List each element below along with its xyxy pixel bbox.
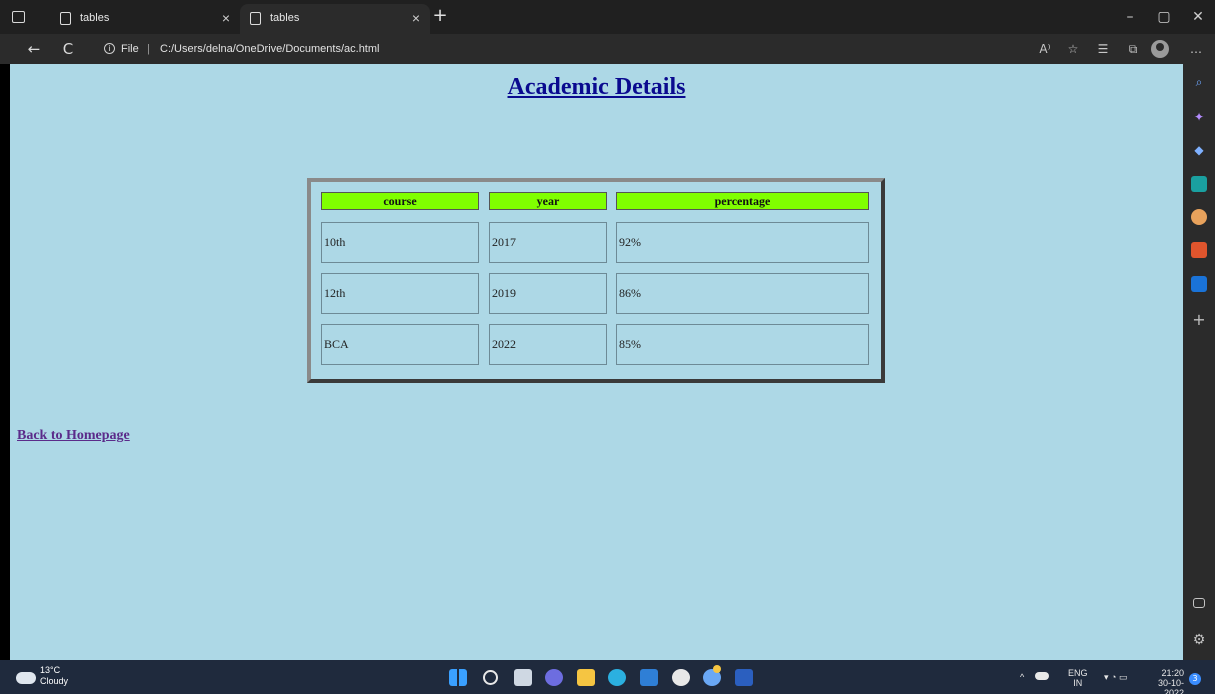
store-icon[interactable]	[640, 669, 658, 686]
table-cell-course: 12th	[321, 273, 479, 314]
table-cell-year: 2019	[489, 273, 607, 314]
table-cell-year: 2017	[489, 222, 607, 263]
chat-icon[interactable]	[545, 669, 563, 686]
table-cell-percentage: 86%	[616, 273, 869, 314]
close-window-button[interactable]: ✕	[1181, 0, 1215, 34]
language-code: ENG	[1068, 668, 1088, 678]
task-view-icon[interactable]	[514, 669, 532, 686]
tab-tables-1[interactable]: tables ×	[50, 4, 240, 34]
minimize-button[interactable]: –	[1113, 0, 1147, 34]
start-icon[interactable]	[449, 669, 467, 686]
taskbar: 13°C Cloudy ^ ENG IN ▾ ◔ ▭ 21:20 30-10-2…	[0, 660, 1215, 694]
academic-table: course year percentage 10th 2017 92% 12t…	[307, 178, 885, 383]
clock[interactable]: 21:20 30-10-2022	[1148, 668, 1184, 694]
clock-time: 21:20	[1161, 668, 1184, 678]
new-tab-button[interactable]: +	[430, 6, 450, 26]
table-cell-course: 10th	[321, 222, 479, 263]
page-viewport: Academic Details course year percentage …	[10, 64, 1183, 660]
restore-button[interactable]: ▢	[1147, 0, 1181, 34]
profile-icon[interactable]	[1151, 40, 1169, 58]
navigation-bar: ← C i File | C:/Users/delna/OneDrive/Doc…	[0, 34, 1215, 64]
add-icon[interactable]: +	[1191, 312, 1207, 328]
weather-temp: 13°C	[40, 665, 61, 675]
file-explorer-icon[interactable]	[577, 669, 595, 686]
favorites-list-icon[interactable]: ☰	[1092, 38, 1114, 60]
table-cell-percentage: 92%	[616, 222, 869, 263]
file-label: File	[121, 43, 139, 55]
language-indicator[interactable]: ENG IN	[1068, 668, 1088, 688]
split-screen-icon[interactable]	[1193, 598, 1205, 608]
header-year: year	[489, 192, 607, 210]
settings-icon[interactable]: ⚙	[1191, 632, 1207, 648]
more-icon[interactable]: …	[1185, 38, 1207, 60]
word-icon[interactable]	[735, 669, 753, 686]
onedrive-icon[interactable]	[1035, 672, 1049, 680]
tab-title: tables	[270, 12, 300, 24]
table-cell-year: 2022	[489, 324, 607, 365]
cloud-icon[interactable]	[16, 672, 36, 684]
edge-sidebar: ⌕ ✦ ◆ + ⚙	[1183, 64, 1215, 660]
app-badge-icon	[713, 665, 721, 673]
network-volume-battery-icon[interactable]: ▾ ◔ ▭	[1104, 672, 1127, 682]
outlook-icon[interactable]	[1191, 276, 1207, 292]
workspaces-icon[interactable]	[12, 11, 25, 23]
tab-tables-2[interactable]: tables ×	[240, 4, 430, 34]
page-icon	[60, 12, 71, 25]
header-percentage: percentage	[616, 192, 869, 210]
weather-condition: Cloudy	[40, 676, 69, 686]
tab-title: tables	[80, 12, 110, 24]
chrome-icon[interactable]	[672, 669, 690, 686]
people-icon[interactable]	[1191, 209, 1207, 225]
header-course: course	[321, 192, 479, 210]
page-icon	[250, 12, 261, 25]
refresh-button[interactable]: C	[56, 38, 80, 60]
tray-chevron-icon[interactable]: ^	[1020, 672, 1024, 682]
page-title: Academic Details	[507, 74, 686, 100]
address-bar[interactable]: i File | C:/Users/delna/OneDrive/Documen…	[90, 38, 1010, 60]
close-tab-icon[interactable]: ×	[222, 10, 230, 26]
office-icon[interactable]	[1191, 242, 1207, 258]
edge-icon[interactable]	[608, 669, 626, 686]
close-tab-icon[interactable]: ×	[412, 10, 420, 26]
address-separator: |	[147, 43, 150, 55]
shopping-icon[interactable]: ◆	[1191, 142, 1207, 158]
clock-date: 30-10-2022	[1157, 678, 1184, 694]
back-button[interactable]: ←	[22, 38, 46, 60]
read-aloud-icon[interactable]: A⁾	[1034, 38, 1056, 60]
url-text[interactable]: C:/Users/delna/OneDrive/Documents/ac.htm…	[160, 38, 379, 60]
copilot-icon[interactable]: ✦	[1191, 109, 1207, 125]
info-icon[interactable]: i	[104, 43, 115, 54]
region-code: IN	[1073, 678, 1083, 688]
browser-tab-bar: tables × tables × + – ▢ ✕	[0, 0, 1215, 34]
notification-badge[interactable]: 3	[1189, 673, 1201, 685]
weather-widget[interactable]: 13°C Cloudy	[40, 665, 68, 687]
table-cell-course: BCA	[321, 324, 479, 365]
back-to-homepage-link[interactable]: Back to Homepage	[17, 428, 130, 444]
search-icon[interactable]	[483, 670, 498, 685]
table-cell-percentage: 85%	[616, 324, 869, 365]
search-icon[interactable]: ⌕	[1191, 74, 1207, 90]
collections-icon[interactable]: ⧉	[1122, 38, 1144, 60]
tools-icon[interactable]	[1191, 176, 1207, 192]
favorite-icon[interactable]: ☆	[1062, 38, 1084, 60]
